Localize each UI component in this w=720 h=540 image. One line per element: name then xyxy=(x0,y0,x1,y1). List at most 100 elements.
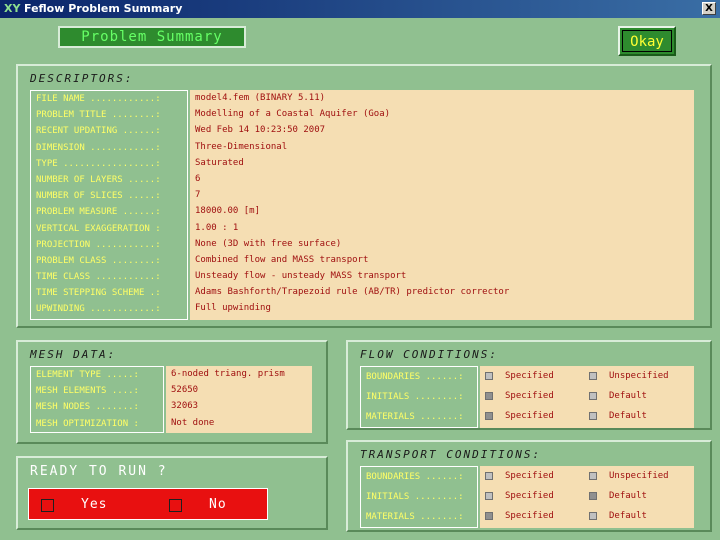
descriptor-label: DIMENSION ............: xyxy=(36,142,161,153)
no-radio[interactable] xyxy=(169,499,182,512)
flow-row: Specified Default xyxy=(480,406,694,426)
flow-boundaries-other-checkbox[interactable] xyxy=(589,371,597,380)
close-button[interactable]: X xyxy=(702,2,716,15)
transport-values: Specified Unspecified Specified Default Sp… xyxy=(480,466,694,528)
feflow-logo-icon: XY xyxy=(4,2,21,15)
transport-boundaries-specified: Specified xyxy=(505,471,554,481)
descriptor-value: Unsteady flow - unsteady MASS transport xyxy=(195,271,407,282)
transport-materials-specified: Specified xyxy=(505,511,554,521)
mesh-data-panel: MESH DATA: ELEMENT TYPE .....: MESH ELEM… xyxy=(16,340,328,444)
flow-initials-specified-checkbox[interactable] xyxy=(485,391,493,400)
transport-initials-specified-checkbox[interactable] xyxy=(485,491,493,500)
transport-materials-specified-checkbox[interactable] xyxy=(485,511,493,520)
transport-label: BOUNDARIES ......: xyxy=(366,472,464,482)
mesh-label: ELEMENT TYPE .....: xyxy=(36,370,139,380)
descriptors-labels: FILE NAME ............: PROBLEM TITLE ..… xyxy=(30,90,188,320)
descriptor-value: 6 xyxy=(195,173,201,184)
descriptor-value: Wed Feb 14 10:23:50 2007 xyxy=(195,125,326,136)
transport-label: MATERIALS .......: xyxy=(366,512,464,522)
descriptor-label: PROBLEM MEASURE ......: xyxy=(36,207,161,218)
descriptor-value: Adams Bashforth/Trapezoid rule (AB/TR) p… xyxy=(195,287,510,298)
flow-initials-other-checkbox[interactable] xyxy=(589,391,597,400)
transport-boundaries-specified-checkbox[interactable] xyxy=(485,471,493,480)
yes-label[interactable]: Yes xyxy=(81,497,107,512)
transport-initials-other: Default xyxy=(609,491,647,501)
mesh-label: MESH OPTIMIZATION : xyxy=(36,418,139,429)
descriptor-label: RECENT UPDATING ......: xyxy=(36,126,161,137)
flow-materials-other: Default xyxy=(609,411,647,421)
descriptor-label: PROBLEM TITLE ........: xyxy=(36,110,161,121)
ready-choice-box: Yes No xyxy=(28,488,268,520)
flow-conditions-panel: FLOW CONDITIONS: BOUNDARIES ......: INIT… xyxy=(346,340,712,430)
descriptor-label: NUMBER OF SLICES .....: xyxy=(36,191,161,202)
descriptor-label: TIME CLASS ...........: xyxy=(36,272,161,283)
okay-button-label: Okay xyxy=(622,30,672,52)
transport-row: Specified Default xyxy=(480,506,694,526)
descriptor-label: PROBLEM CLASS ........: xyxy=(36,255,161,266)
mesh-value: 52650 xyxy=(171,385,199,396)
flow-materials-specified-checkbox[interactable] xyxy=(485,411,493,420)
flow-label: BOUNDARIES ......: xyxy=(366,372,464,382)
flow-boundaries-other: Unspecified xyxy=(609,371,669,381)
descriptor-label: UPWINDING ............: xyxy=(36,304,161,315)
flow-boundaries-specified-checkbox[interactable] xyxy=(485,371,493,380)
yes-radio[interactable] xyxy=(41,499,54,512)
transport-materials-other: Default xyxy=(609,511,647,521)
title-bar[interactable]: XY Feflow Problem Summary X xyxy=(0,0,720,18)
transport-conditions-panel: TRANSPORT CONDITIONS: BOUNDARIES ......:… xyxy=(346,440,712,532)
transport-labels: BOUNDARIES ......: INITIALS ........: MA… xyxy=(360,466,478,528)
mesh-labels: ELEMENT TYPE .....: MESH ELEMENTS ....: … xyxy=(30,366,164,433)
flow-boundaries-specified: Specified xyxy=(505,371,554,381)
mesh-value: 32063 xyxy=(171,401,199,412)
descriptor-value: model4.fem (BINARY 5.11) xyxy=(195,93,326,103)
flow-materials-specified: Specified xyxy=(505,411,554,421)
transport-initials-specified: Specified xyxy=(505,491,554,501)
descriptor-value: None (3D with free surface) xyxy=(195,238,342,249)
flow-conditions-title: FLOW CONDITIONS: xyxy=(360,348,498,361)
descriptor-value: 1.00 : 1 xyxy=(195,222,239,233)
flow-row: Specified Unspecified xyxy=(480,366,694,386)
ready-to-run-label: READY TO RUN ? xyxy=(30,464,168,479)
descriptor-value: 18000.00 [m] xyxy=(195,206,261,217)
mesh-value: Not done xyxy=(171,417,215,428)
descriptors-panel: DESCRIPTORS: FILE NAME ............: PRO… xyxy=(16,64,712,328)
descriptor-label: PROJECTION ...........: xyxy=(36,239,161,250)
mesh-label: MESH ELEMENTS ....: xyxy=(36,386,139,397)
okay-button[interactable]: Okay xyxy=(618,26,676,56)
flow-labels: BOUNDARIES ......: INITIALS ........: MA… xyxy=(360,366,478,428)
transport-initials-other-checkbox[interactable] xyxy=(589,491,597,500)
flow-label: MATERIALS .......: xyxy=(366,412,464,422)
transport-materials-other-checkbox[interactable] xyxy=(589,511,597,520)
window-title: Feflow Problem Summary xyxy=(24,2,183,15)
no-label[interactable]: No xyxy=(209,497,227,512)
descriptor-value: Combined flow and MASS transport xyxy=(195,254,369,265)
descriptor-label: TYPE .................: xyxy=(36,158,161,169)
mesh-data-title: MESH DATA: xyxy=(30,348,117,361)
flow-initials-specified: Specified xyxy=(505,391,554,401)
flow-materials-other-checkbox[interactable] xyxy=(589,411,597,420)
descriptor-label: FILE NAME ............: xyxy=(36,94,161,104)
transport-conditions-title: TRANSPORT CONDITIONS: xyxy=(360,448,542,461)
mesh-value: 6-noded triang. prism xyxy=(171,369,285,379)
descriptor-value: Modelling of a Coastal Aquifer (Goa) xyxy=(195,109,391,120)
flow-initials-other: Default xyxy=(609,391,647,401)
descriptor-label: VERTICAL EXAGGERATION : xyxy=(36,223,161,234)
flow-row: Specified Default xyxy=(480,386,694,406)
flow-values: Specified Unspecified Specified Default Sp… xyxy=(480,366,694,428)
transport-label: INITIALS ........: xyxy=(366,492,464,502)
descriptors-title: DESCRIPTORS: xyxy=(30,72,134,85)
descriptor-value: Three-Dimensional xyxy=(195,141,288,152)
transport-row: Specified Default xyxy=(480,486,694,506)
mesh-values: 6-noded triang. prism 52650 32063 Not do… xyxy=(166,366,312,433)
descriptor-label: TIME STEPPING SCHEME .: xyxy=(36,288,161,299)
feflow-window: XY Feflow Problem Summary X Problem Summ… xyxy=(0,0,720,540)
page-title: Problem Summary xyxy=(58,26,246,48)
descriptor-value: 7 xyxy=(195,190,201,201)
transport-boundaries-other-checkbox[interactable] xyxy=(589,471,597,480)
transport-boundaries-other: Unspecified xyxy=(609,471,669,481)
descriptor-label: NUMBER OF LAYERS .....: xyxy=(36,174,161,185)
descriptor-value: Saturated xyxy=(195,157,244,168)
flow-label: INITIALS ........: xyxy=(366,392,464,402)
mesh-label: MESH NODES .......: xyxy=(36,402,139,413)
transport-row: Specified Unspecified xyxy=(480,466,694,486)
